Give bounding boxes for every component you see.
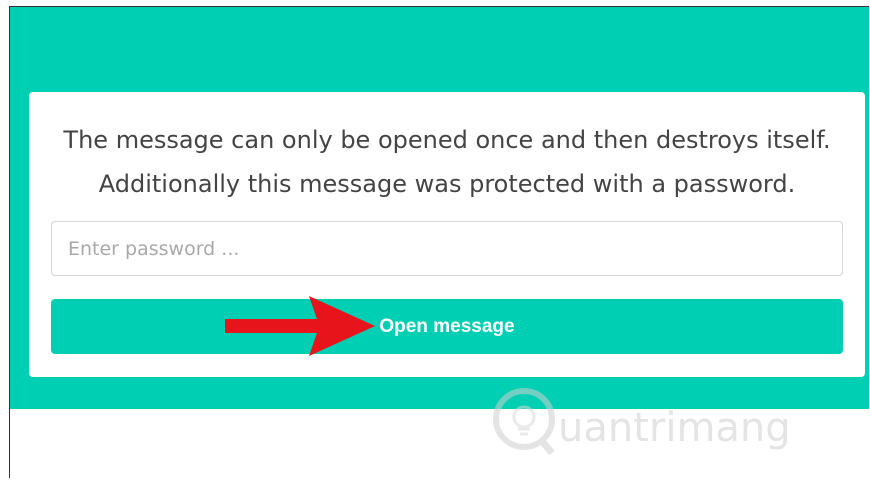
message-card: The message can only be opened once and … [29,92,865,377]
password-input[interactable] [51,221,843,276]
message-text: The message can only be opened once and … [29,118,865,206]
open-message-button[interactable]: Open message [51,299,843,354]
browser-viewport: The message can only be opened once and … [9,6,869,478]
watermark-text: uantrimang [558,405,791,451]
message-line-2: Additionally this message was protected … [98,170,796,198]
message-line-1: The message can only be opened once and … [63,126,831,154]
